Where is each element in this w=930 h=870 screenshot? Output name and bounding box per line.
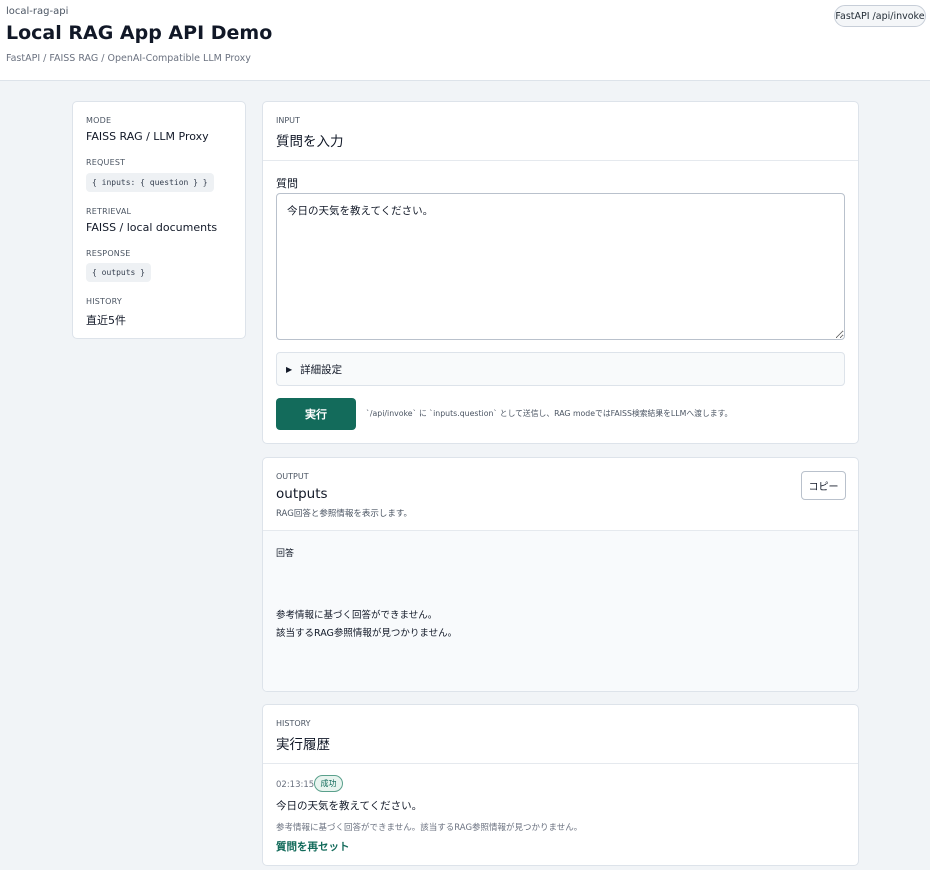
history-title: 実行履歴	[276, 737, 330, 753]
response-label: RESPONSE	[86, 249, 131, 258]
input-section-label: INPUT	[276, 116, 300, 125]
run-button[interactable]: 実行	[276, 398, 356, 430]
app-id: local-rag-api	[6, 6, 69, 17]
answer-line: 該当するRAG参照情報が見つかりません。	[276, 628, 458, 639]
run-note: `/api/invoke` に `inputs.question` として送信し…	[366, 409, 733, 418]
history-divider	[263, 763, 858, 764]
details-toggle[interactable]: ▶ 詳細設定	[276, 352, 845, 386]
details-label: 詳細設定	[300, 363, 343, 376]
reset-question-link[interactable]: 質問を再セット	[276, 839, 350, 854]
history-card: HISTORY 実行履歴 02:13:15 成功 今日の天気を教えてください。 …	[262, 704, 859, 866]
question-label: 質問	[276, 177, 298, 190]
history-value: 直近5件	[86, 314, 126, 327]
endpoint-badge: FastAPI /api/invoke	[834, 5, 926, 27]
history-label: HISTORY	[86, 297, 122, 306]
triangle-right-icon: ▶	[286, 364, 293, 374]
output-card: OUTPUT outputs コピー RAG回答と参照情報を表示します。 回答 …	[262, 457, 859, 692]
retrieval-label: RETRIEVAL	[86, 207, 132, 216]
input-card: INPUT 質問を入力 質問 今日の天気を教えてください。 ▶ 詳細設定 実行 …	[262, 101, 859, 444]
input-divider	[263, 160, 858, 161]
page-title: Local RAG App API Demo	[6, 22, 273, 44]
input-title: 質問を入力	[276, 134, 344, 150]
output-subtitle: RAG回答と参照情報を表示します。	[276, 509, 412, 519]
question-textarea[interactable]: 今日の天気を教えてください。	[276, 193, 845, 340]
request-code: { inputs: { question } }	[86, 173, 214, 192]
info-sidebar: MODE FAISS RAG / LLM Proxy REQUEST { inp…	[72, 101, 246, 339]
request-label: REQUEST	[86, 158, 126, 167]
mode-value: FAISS RAG / LLM Proxy	[86, 130, 209, 143]
history-question: 今日の天気を教えてください。	[276, 800, 423, 812]
page-header: local-rag-api Local RAG App API Demo Fas…	[0, 0, 930, 81]
output-body: 回答 参考情報に基づく回答ができません。 該当するRAG参照情報が見つかりません…	[263, 531, 858, 691]
answer-line: 参考情報に基づく回答ができません。	[276, 610, 438, 621]
answer-label: 回答	[276, 549, 295, 559]
history-answer: 参考情報に基づく回答ができません。該当するRAG参照情報が見つかりません。	[276, 823, 583, 833]
status-badge: 成功	[314, 775, 343, 792]
response-code: { outputs }	[86, 263, 151, 282]
output-title: outputs	[276, 486, 328, 502]
history-time: 02:13:15	[276, 780, 315, 790]
history-section-label: HISTORY	[276, 719, 311, 728]
output-section-label: OUTPUT	[276, 472, 309, 481]
mode-label: MODE	[86, 116, 112, 125]
copy-button[interactable]: コピー	[801, 471, 846, 500]
page-subtitle: FastAPI / FAISS RAG / OpenAI-Compatible …	[6, 53, 251, 64]
retrieval-value: FAISS / local documents	[86, 221, 218, 234]
